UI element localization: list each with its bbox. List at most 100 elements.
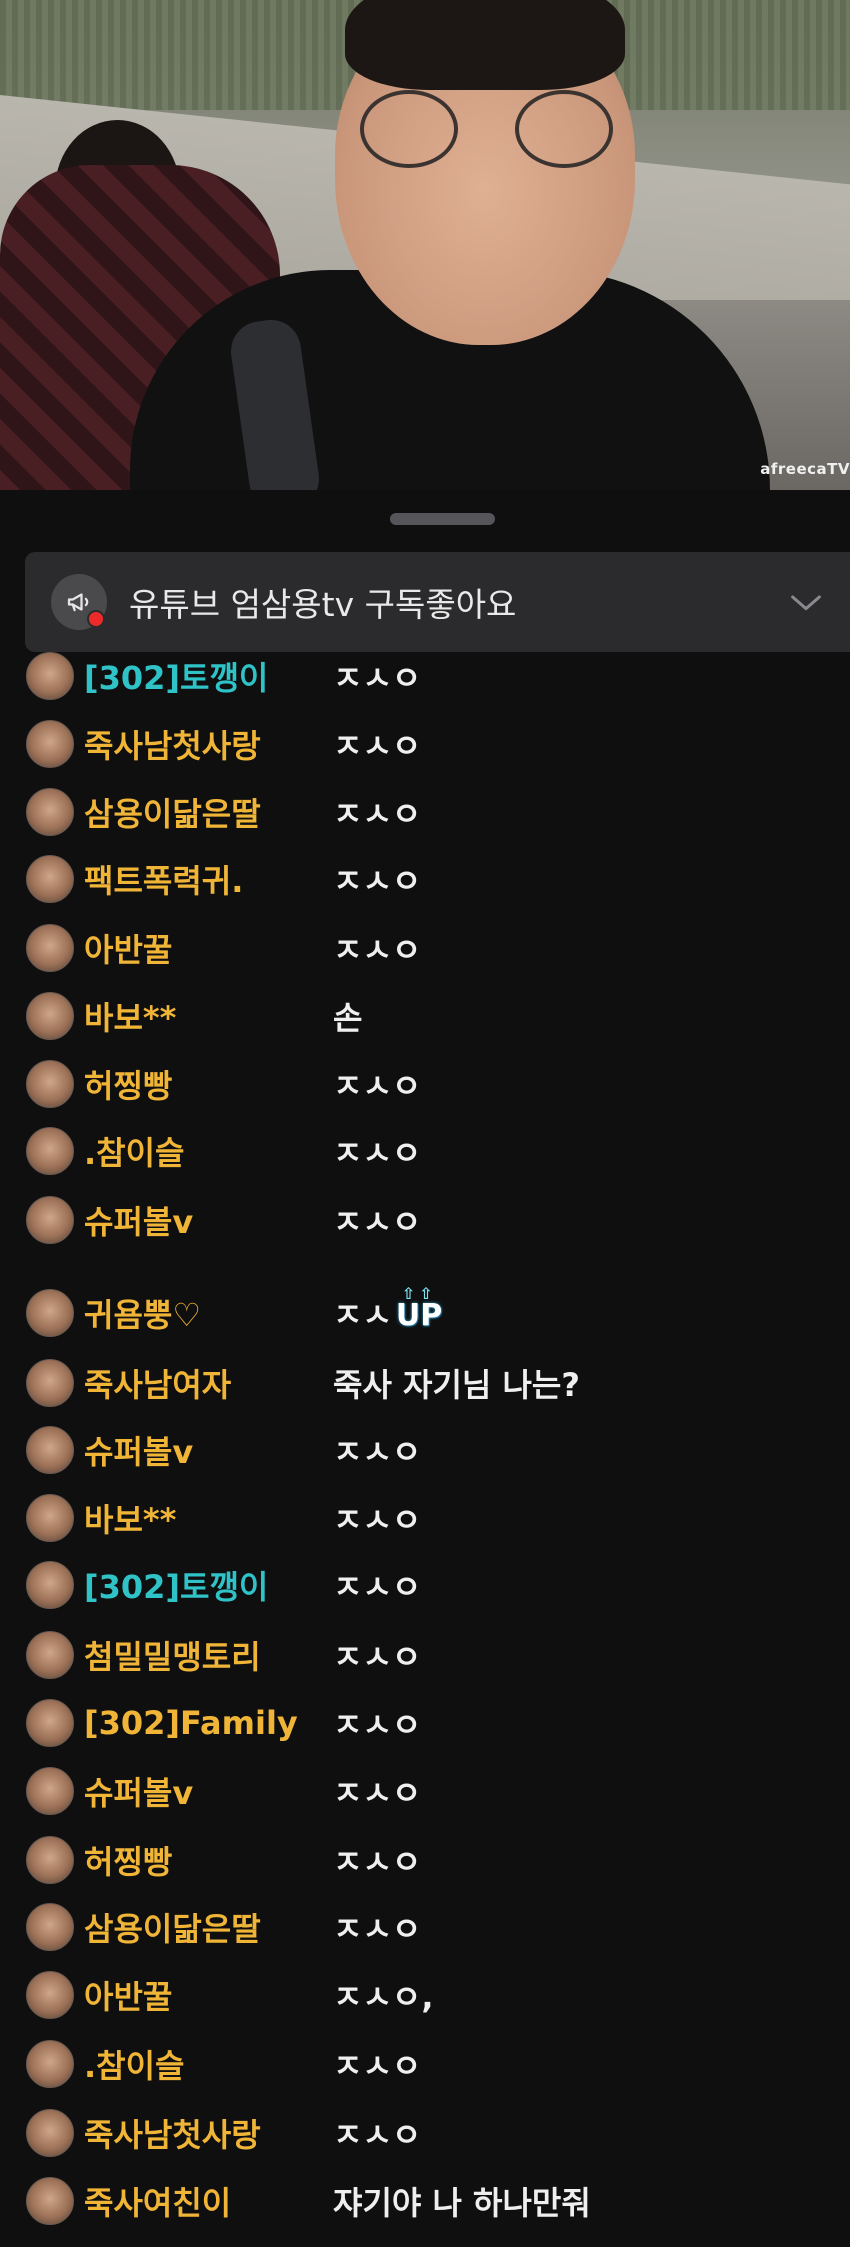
chat-message-row[interactable]: 허찡빵 ㅈㅅㅇ: [0, 1050, 850, 1118]
chat-message-row[interactable]: 죽사남여자 죽사 자기님 나는?: [0, 1349, 850, 1417]
chat-message-row[interactable]: [302]토깽이 ㅈㅅㅇ: [0, 652, 850, 710]
chat-message-content: 쟈기야 나 하나만줘: [333, 2184, 591, 2222]
user-avatar[interactable]: [26, 1289, 74, 1337]
chat-nickname[interactable]: .참이슬: [84, 1128, 184, 1174]
chat-message-text: 쟈기야 나 하나만줘: [333, 2178, 591, 2224]
chat-message-row[interactable]: 바보** ㅈㅅㅇ: [0, 1484, 850, 1552]
chat-message-text: ㅈㅅㅇ: [333, 1197, 421, 1243]
user-avatar[interactable]: [26, 1971, 74, 2019]
user-avatar[interactable]: [26, 1060, 74, 1108]
chat-message-content: ㅈㅅㅇ: [333, 1910, 422, 1948]
chat-message-row[interactable]: 아반꿀 ㅈㅅㅇ,: [0, 1961, 850, 2029]
chat-nickname[interactable]: [302]토깽이: [84, 1562, 268, 1608]
chat-message-row[interactable]: .참이슬 ㅈㅅㅇ: [0, 1117, 850, 1185]
user-avatar[interactable]: [26, 1903, 74, 1951]
chat-message-row[interactable]: 슈퍼볼v ㅈㅅㅇ: [0, 1416, 850, 1484]
chat-message-row[interactable]: 귀욤뿡♡ ㅈㅅ ⇧⇧ UP: [0, 1279, 850, 1347]
chat-message-content: ㅈㅅㅇ: [333, 795, 422, 833]
video-player[interactable]: afreecaTV: [0, 0, 850, 490]
user-avatar[interactable]: [26, 1836, 74, 1884]
user-avatar[interactable]: [26, 992, 74, 1040]
chat-message-text: ㅈㅅㅇ: [333, 856, 421, 902]
user-avatar[interactable]: [26, 1196, 74, 1244]
chat-message-content: ㅈㅅㅇ: [333, 1638, 422, 1676]
chat-nickname[interactable]: 죽사남첫사랑: [84, 2110, 261, 2156]
user-avatar[interactable]: [26, 1359, 74, 1407]
chat-nickname[interactable]: 허찡빵: [84, 1061, 172, 1107]
chat-nickname[interactable]: 팩트폭력귀.: [84, 856, 243, 902]
chat-message-row[interactable]: [302]토깽이 ㅈㅅㅇ: [0, 1551, 850, 1619]
chat-message-row[interactable]: 허찡빵 ㅈㅅㅇ: [0, 1826, 850, 1894]
afreecatv-watermark: afreecaTV: [760, 460, 850, 478]
chat-message-row[interactable]: 팩트폭력귀. ㅈㅅㅇ: [0, 845, 850, 913]
chat-message-text: ㅈㅅㅇ: [333, 1837, 421, 1883]
chat-message-row[interactable]: 죽사남첫사랑 ㅈㅅㅇ: [0, 710, 850, 778]
user-avatar[interactable]: [26, 1631, 74, 1679]
chat-message-row[interactable]: .참이슬 ㅈㅅㅇ: [0, 2030, 850, 2098]
user-avatar[interactable]: [26, 1767, 74, 1815]
user-avatar[interactable]: [26, 2040, 74, 2088]
chat-message-row[interactable]: 슈퍼볼v ㅈㅅㅇ: [0, 1757, 850, 1825]
chat-nickname[interactable]: 바보**: [84, 1495, 176, 1541]
chat-message-text: ㅈㅅㅇ: [333, 1427, 421, 1473]
chat-drag-handle[interactable]: [390, 513, 495, 525]
chat-nickname[interactable]: 슈퍼볼v: [84, 1197, 193, 1243]
chat-message-text: ㅈㅅㅇ: [333, 1700, 421, 1746]
chat-message-content: ㅈㅅㅇ: [333, 1706, 422, 1744]
chat-message-text: ㅈㅅㅇ,: [333, 1972, 433, 2018]
chat-nickname[interactable]: 삼용이닮은딸: [84, 789, 261, 835]
chat-message-row[interactable]: 첨밀밀맹토리 ㅈㅅㅇ: [0, 1621, 850, 1689]
chat-nickname[interactable]: 아반꿀: [84, 925, 172, 971]
chat-nickname[interactable]: 귀욤뿡♡: [84, 1290, 201, 1336]
chat-message-content: ㅈㅅ: [333, 1296, 392, 1334]
user-avatar[interactable]: [26, 2177, 74, 2225]
user-avatar[interactable]: [26, 1426, 74, 1474]
chat-message-text: ㅈㅅㅇ: [333, 1904, 421, 1950]
streamer-hair: [345, 0, 625, 90]
chat-message-row[interactable]: 죽사남첫사랑 ㅈㅅㅇ: [0, 2099, 850, 2167]
chat-nickname[interactable]: 죽사남여자: [84, 1360, 231, 1406]
user-avatar[interactable]: [26, 2109, 74, 2157]
chat-nickname[interactable]: 삼용이닮은딸: [84, 1904, 261, 1950]
chevron-down-icon[interactable]: [786, 582, 826, 622]
chat-message-row[interactable]: 바보** 손: [0, 982, 850, 1050]
chat-nickname[interactable]: 죽사남첫사랑: [84, 721, 261, 767]
chat-message-row[interactable]: 죽사여친이 쟈기야 나 하나만줘: [0, 2167, 850, 2235]
chat-message-content: ㅈㅅㅇ: [333, 659, 422, 697]
user-avatar[interactable]: [26, 720, 74, 768]
chat-message-row[interactable]: [302]Family ㅈㅅㅇ: [0, 1689, 850, 1757]
chat-message-row[interactable]: 슈퍼볼v ㅈㅅㅇ: [0, 1186, 850, 1254]
user-avatar[interactable]: [26, 788, 74, 836]
chat-message-content: ㅈㅅㅇ: [333, 1067, 422, 1105]
pinned-notice[interactable]: 유튜브 엄삼용tv 구독좋아요: [25, 552, 850, 652]
chat-nickname[interactable]: 슈퍼볼v: [84, 1427, 193, 1473]
user-avatar[interactable]: [26, 652, 74, 700]
chat-message-content: ㅈㅅㅇ: [333, 931, 422, 969]
chat-nickname[interactable]: [302]토깽이: [84, 653, 268, 699]
chat-nickname[interactable]: 죽사여친이: [84, 2178, 231, 2224]
user-avatar[interactable]: [26, 1494, 74, 1542]
chat-message-row[interactable]: 아반꿀 ㅈㅅㅇ: [0, 914, 850, 982]
chat-message-content: 죽사 자기님 나는?: [333, 1366, 580, 1404]
glasses-left: [360, 90, 458, 168]
user-avatar[interactable]: [26, 924, 74, 972]
user-avatar[interactable]: [26, 1561, 74, 1609]
chat-message-row[interactable]: 삼용이닮은딸 ㅈㅅㅇ: [0, 1893, 850, 1961]
user-avatar[interactable]: [26, 1127, 74, 1175]
notice-text: 유튜브 엄삼용tv 구독좋아요: [129, 585, 517, 624]
chat-nickname[interactable]: 슈퍼볼v: [84, 1768, 193, 1814]
chat-nickname[interactable]: 아반꿀: [84, 1972, 172, 2018]
chat-nickname[interactable]: 첨밀밀맹토리: [84, 1632, 261, 1678]
chat-nickname[interactable]: [302]Family: [84, 1704, 298, 1742]
user-avatar[interactable]: [26, 1699, 74, 1747]
user-avatar[interactable]: [26, 855, 74, 903]
chat-nickname[interactable]: .참이슬: [84, 2041, 184, 2087]
chat-nickname[interactable]: 허찡빵: [84, 1837, 172, 1883]
chat-nickname[interactable]: 바보**: [84, 993, 176, 1039]
chat-list[interactable]: [302]토깽이 ㅈㅅㅇ 죽사남첫사랑 ㅈㅅㅇ 삼용이닮은딸 ㅈㅅㅇ 팩트폭력귀. ㅈㅅㅇ 아반…: [0, 652, 850, 2247]
chat-message-row[interactable]: 삼용이닮은딸 ㅈㅅㅇ: [0, 778, 850, 846]
chat-message-content: ㅈㅅㅇ,: [333, 1978, 434, 2016]
chat-message-content: ㅈㅅㅇ: [333, 1134, 422, 1172]
chat-message-text: ㅈㅅㅇ: [333, 925, 421, 971]
chat-message-text: ㅈㅅㅇ: [333, 1632, 421, 1678]
